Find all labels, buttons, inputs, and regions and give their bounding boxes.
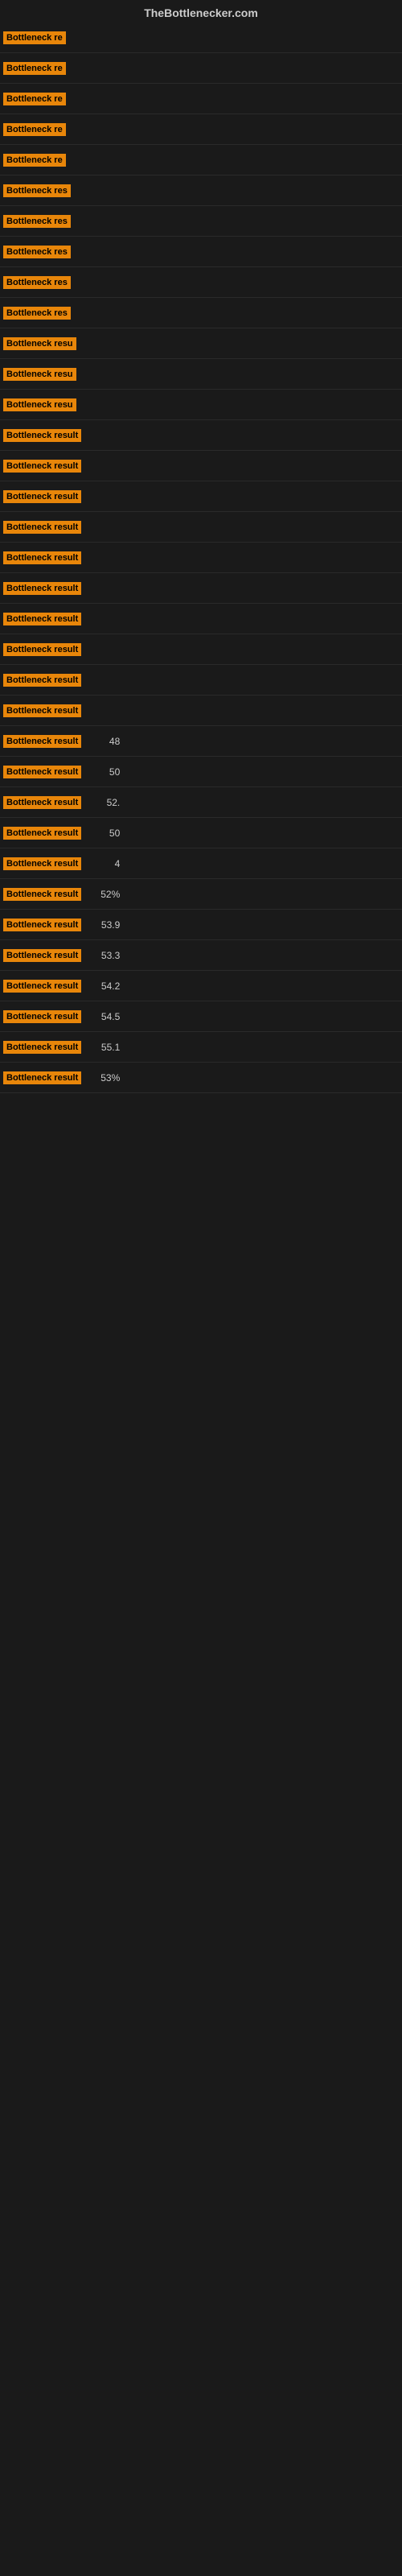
bottleneck-value: 54.5 [88, 1011, 120, 1022]
bottleneck-label: Bottleneck result [3, 429, 81, 442]
bottleneck-label: Bottleneck result [3, 796, 81, 809]
bottleneck-label: Bottleneck result [3, 490, 81, 503]
table-row: Bottleneck result 4 [0, 848, 402, 879]
bottleneck-label: Bottleneck re [3, 154, 66, 167]
bottleneck-label: Bottleneck resu [3, 337, 76, 350]
table-row: Bottleneck resu [0, 328, 402, 359]
table-row: Bottleneck result 55.1 [0, 1032, 402, 1063]
bottleneck-label: Bottleneck resu [3, 398, 76, 411]
table-row: Bottleneck result 50 [0, 818, 402, 848]
bottleneck-label: Bottleneck result [3, 949, 81, 962]
bottleneck-label: Bottleneck result [3, 460, 81, 473]
table-row: Bottleneck result [0, 420, 402, 451]
table-row: Bottleneck result [0, 604, 402, 634]
bottleneck-label: Bottleneck result [3, 551, 81, 564]
table-row: Bottleneck re [0, 114, 402, 145]
table-row: Bottleneck result [0, 481, 402, 512]
table-row: Bottleneck re [0, 53, 402, 84]
table-row: Bottleneck result [0, 573, 402, 604]
bottleneck-label: Bottleneck result [3, 1071, 81, 1084]
table-row: Bottleneck re [0, 84, 402, 114]
table-row: Bottleneck result 48 [0, 726, 402, 757]
bottleneck-label: Bottleneck result [3, 827, 81, 840]
table-row: Bottleneck result [0, 665, 402, 696]
table-row: Bottleneck result 50 [0, 757, 402, 787]
bottleneck-label: Bottleneck res [3, 307, 71, 320]
bottleneck-value: 52% [88, 889, 120, 900]
bottleneck-label: Bottleneck re [3, 93, 66, 105]
bottleneck-label: Bottleneck result [3, 1041, 81, 1054]
table-row: Bottleneck result 54.5 [0, 1001, 402, 1032]
bottleneck-value: 53.3 [88, 950, 120, 961]
bottleneck-label: Bottleneck result [3, 766, 81, 778]
table-row: Bottleneck res [0, 267, 402, 298]
table-row: Bottleneck res [0, 175, 402, 206]
bottleneck-value: 54.2 [88, 980, 120, 992]
bottleneck-value: 53% [88, 1072, 120, 1084]
bottleneck-label: Bottleneck res [3, 184, 71, 197]
bottleneck-label: Bottleneck re [3, 31, 66, 44]
table-row: Bottleneck result [0, 451, 402, 481]
bottleneck-label: Bottleneck result [3, 1010, 81, 1023]
table-row: Bottleneck result [0, 634, 402, 665]
table-row: Bottleneck result [0, 696, 402, 726]
bottleneck-label: Bottleneck result [3, 980, 81, 993]
table-row: Bottleneck res [0, 206, 402, 237]
bottleneck-label: Bottleneck result [3, 674, 81, 687]
table-row: Bottleneck res [0, 298, 402, 328]
table-row: Bottleneck result 54.2 [0, 971, 402, 1001]
bottleneck-label: Bottleneck re [3, 123, 66, 136]
bottleneck-value: 50 [88, 766, 120, 778]
bottleneck-label: Bottleneck res [3, 276, 71, 289]
bottleneck-label: Bottleneck result [3, 857, 81, 870]
bottleneck-label: Bottleneck result [3, 919, 81, 931]
bottleneck-label: Bottleneck res [3, 215, 71, 228]
table-row: Bottleneck result 53.9 [0, 910, 402, 940]
bottleneck-label: Bottleneck res [3, 246, 71, 258]
table-row: Bottleneck result 53% [0, 1063, 402, 1093]
bottleneck-value: 52. [88, 797, 120, 808]
bottleneck-value: 50 [88, 828, 120, 839]
bottleneck-value: 4 [88, 858, 120, 869]
rows-container: Bottleneck re Bottleneck re Bottleneck re B… [0, 23, 402, 1093]
bottleneck-label: Bottleneck result [3, 643, 81, 656]
bottleneck-value: 53.9 [88, 919, 120, 931]
bottleneck-label: Bottleneck result [3, 613, 81, 625]
table-row: Bottleneck resu [0, 390, 402, 420]
bottleneck-value: 55.1 [88, 1042, 120, 1053]
bottleneck-label: Bottleneck resu [3, 368, 76, 381]
table-row: Bottleneck result [0, 512, 402, 543]
table-row: Bottleneck result [0, 543, 402, 573]
table-row: Bottleneck result 53.3 [0, 940, 402, 971]
table-row: Bottleneck result 52. [0, 787, 402, 818]
bottleneck-label: Bottleneck result [3, 735, 81, 748]
table-row: Bottleneck re [0, 145, 402, 175]
table-row: Bottleneck result 52% [0, 879, 402, 910]
bottleneck-label: Bottleneck result [3, 582, 81, 595]
table-row: Bottleneck re [0, 23, 402, 53]
bottleneck-value: 48 [88, 736, 120, 747]
table-row: Bottleneck resu [0, 359, 402, 390]
site-title: TheBottlenecker.com [0, 0, 402, 23]
bottleneck-label: Bottleneck result [3, 888, 81, 901]
bottleneck-label: Bottleneck result [3, 521, 81, 534]
bottleneck-label: Bottleneck re [3, 62, 66, 75]
bottleneck-label: Bottleneck result [3, 704, 81, 717]
header: TheBottlenecker.com [0, 0, 402, 23]
table-row: Bottleneck res [0, 237, 402, 267]
